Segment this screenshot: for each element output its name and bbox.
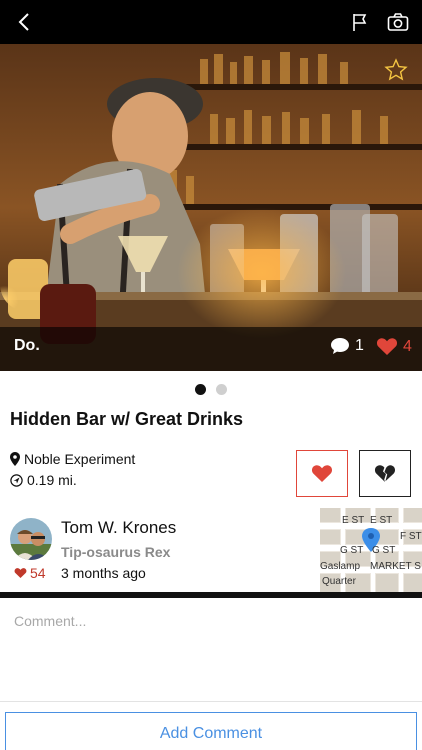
flag-icon[interactable] — [350, 12, 370, 32]
map-street-label: G ST — [340, 545, 364, 556]
page-dot-active[interactable] — [195, 384, 206, 395]
author-avatar[interactable] — [10, 518, 52, 560]
post-category: Do. — [14, 337, 40, 354]
author-score-value: 54 — [30, 565, 46, 581]
map-pin-icon — [10, 452, 20, 466]
heart-icon — [14, 568, 27, 579]
map-street-label: F ST — [400, 531, 422, 542]
comment-input[interactable] — [14, 611, 410, 631]
bar-photo-image — [0, 44, 422, 371]
map-street-label: G ST — [372, 545, 396, 556]
broken-heart-icon — [374, 465, 396, 482]
author-photo-image — [10, 518, 52, 560]
heart-icon — [311, 465, 333, 482]
carousel-page-indicator[interactable] — [0, 384, 422, 398]
distance-value: 0.19 mi. — [27, 472, 77, 488]
post-photo[interactable]: Do. 1 4 — [0, 44, 422, 371]
post-timestamp: 3 months ago — [61, 565, 146, 581]
venue-name: Noble Experiment — [24, 451, 136, 467]
top-nav-bar — [0, 0, 422, 44]
author-name[interactable]: Tom W. Krones — [61, 518, 176, 538]
post-title: Hidden Bar w/ Great Drinks — [10, 409, 244, 429]
star-outline-icon[interactable] — [384, 58, 408, 82]
comment-box[interactable] — [0, 598, 422, 702]
comment-count-value: 1 — [355, 337, 364, 354]
like-button[interactable] — [296, 450, 348, 497]
add-comment-button[interactable]: Add Comment — [5, 712, 417, 750]
speech-bubble-icon — [331, 338, 349, 354]
like-count-value: 4 — [403, 337, 412, 355]
map-street-label: E ST — [342, 515, 365, 526]
map-area-label: Quarter — [322, 576, 356, 587]
map-street-label: MARKET S — [370, 561, 421, 572]
venue-row[interactable]: Noble Experiment — [10, 451, 135, 467]
compass-icon — [10, 473, 23, 487]
heart-icon — [376, 338, 398, 355]
location-map[interactable]: E ST E ST F ST G ST G ST Gaslamp MARKET … — [320, 508, 422, 592]
map-street-label: E ST — [370, 515, 393, 526]
page-dot[interactable] — [216, 384, 227, 395]
like-count[interactable]: 4 — [376, 337, 412, 356]
author-score: 54 — [14, 565, 46, 581]
map-area-label: Gaslamp — [320, 561, 361, 572]
camera-icon[interactable] — [387, 12, 409, 32]
comment-count[interactable]: 1 — [330, 337, 364, 355]
distance-row: 0.19 mi. — [10, 472, 77, 488]
dislike-button[interactable] — [359, 450, 411, 497]
author-rank: Tip-osaurus Rex — [61, 544, 171, 560]
photo-info-overlay: Do. 1 4 — [0, 327, 422, 371]
chevron-left-icon[interactable] — [14, 11, 36, 33]
